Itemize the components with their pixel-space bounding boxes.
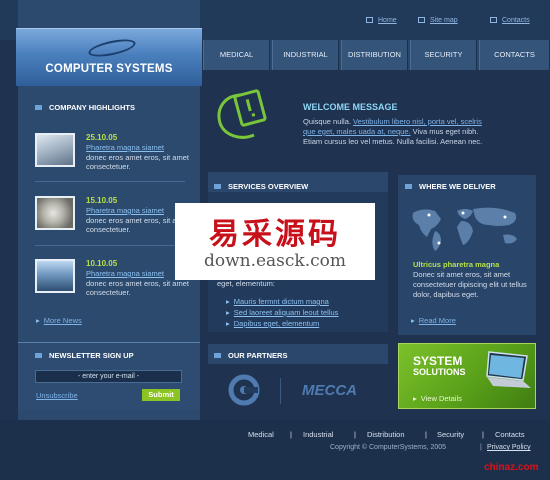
- arrow-icon: ▸: [413, 394, 417, 403]
- footer-link-contacts[interactable]: Contacts: [495, 430, 525, 439]
- nav-distribution[interactable]: DISTRIBUTION: [341, 40, 408, 70]
- welcome-title: WELCOME MESSAGE: [303, 102, 398, 112]
- logo-swoosh-icon: [87, 36, 137, 60]
- main-nav: MEDICAL INDUSTRIAL DISTRIBUTION SECURITY…: [203, 40, 550, 70]
- mail-icon: [490, 17, 497, 23]
- welcome-link[interactable]: que eget, males uada at, neque.: [303, 127, 411, 136]
- copyright: Copyright © ComputerSystems, 2005: [330, 444, 447, 451]
- banner-line1: SYSTEM: [413, 354, 463, 368]
- divider: [280, 378, 281, 404]
- bullet-icon: [35, 105, 42, 110]
- privacy-policy-link[interactable]: Privacy Policy: [487, 444, 531, 451]
- highlight-text: donec eros amet eros, sit amet consectet…: [86, 153, 189, 171]
- service-link[interactable]: Sed laoreet aliquam leout tellus: [226, 308, 339, 317]
- watermark-overlay: 易采源码 down.easck.com: [175, 203, 375, 280]
- watermark-chinese: 易采源码: [209, 217, 341, 252]
- bullet-icon: [214, 184, 221, 189]
- bullet-icon: [214, 353, 221, 358]
- laptop-icon: [486, 351, 531, 388]
- service-link[interactable]: Dapibus eget, elementum: [226, 319, 319, 328]
- arrow-icon: ▸: [411, 316, 415, 325]
- contacts-link[interactable]: Contacts: [490, 17, 530, 24]
- home-link[interactable]: Home: [366, 17, 397, 24]
- read-more-link[interactable]: ▸ Read More: [411, 316, 456, 325]
- footer-separator: |: [482, 430, 484, 439]
- service-link[interactable]: Mauris fermnt dictum magna: [226, 297, 329, 306]
- highlights-heading: COMPANY HIGHLIGHTS: [35, 103, 135, 112]
- view-details-link[interactable]: ▸ View Details: [413, 394, 462, 403]
- email-input[interactable]: - enter your e-mail -: [35, 370, 182, 383]
- newsletter-heading: NEWSLETTER SIGN UP: [35, 351, 134, 360]
- home-icon: [366, 17, 373, 23]
- corner-watermark: chinaz.com: [484, 462, 539, 473]
- logo-title: COMPUTER SYSTEMS: [45, 63, 173, 75]
- footer-link-medical[interactable]: Medical: [248, 430, 274, 439]
- more-news-link[interactable]: ▸ More News: [36, 316, 82, 325]
- services-text: eget, elementum:: [217, 279, 275, 288]
- partners-heading: OUR PARTNERS: [214, 351, 287, 360]
- highlight-item: 15.10.05 Pharetra magna siamet donec ero…: [35, 196, 189, 256]
- deliver-subtitle: Ultricus pharetra magna: [413, 260, 500, 269]
- logo[interactable]: COMPUTER SYSTEMS: [16, 28, 202, 86]
- footer-link-security[interactable]: Security: [437, 430, 464, 439]
- mouse-thumbnail[interactable]: [35, 196, 75, 230]
- submit-button[interactable]: Submit: [142, 389, 180, 401]
- arrow-icon: ▸: [36, 316, 40, 325]
- laptop-thumbnail[interactable]: [35, 133, 75, 167]
- highlight-date: 15.10.05: [86, 196, 118, 205]
- nav-contacts[interactable]: CONTACTS: [479, 40, 550, 70]
- sitemap-icon: [418, 17, 425, 23]
- deliver-heading: WHERE WE DELIVER: [405, 182, 496, 191]
- bullet-icon: [405, 184, 412, 189]
- welcome-text: Quisque nulla. Vestibulum libero nisl, p…: [303, 117, 483, 146]
- sitemap-link[interactable]: Site map: [418, 17, 458, 24]
- deliver-box: [398, 175, 536, 335]
- highlight-date: 10.10.05: [86, 259, 118, 268]
- footer-link-distribution[interactable]: Distribution: [367, 430, 405, 439]
- world-map-icon: [412, 207, 517, 251]
- deliver-text: Donec sit amet eros, sit amet consectetu…: [413, 270, 527, 299]
- unsubscribe-link[interactable]: Unsubscribe: [36, 391, 78, 400]
- highlight-link[interactable]: Pharetra magna siamet: [86, 143, 164, 152]
- highlight-date: 25.10.05: [86, 133, 118, 142]
- partner-logo-mecca[interactable]: MECCA: [302, 382, 357, 399]
- footer-separator: |: [354, 430, 356, 439]
- footer-separator: |: [290, 430, 292, 439]
- watermark-url: down.easck.com: [203, 251, 347, 271]
- partner-logo-1[interactable]: [226, 374, 262, 406]
- bullet-icon: [35, 353, 42, 358]
- highlight-text: donec eros amet eros, sit amet consectet…: [86, 279, 189, 297]
- divider: [35, 181, 185, 182]
- footer-separator: |: [425, 430, 427, 439]
- nav-medical[interactable]: MEDICAL: [203, 40, 270, 70]
- services-heading: SERVICES OVERVIEW: [214, 182, 308, 191]
- highlight-item: 10.10.05 Pharetra magna siamet donec ero…: [35, 259, 189, 319]
- nav-security[interactable]: SECURITY: [410, 40, 477, 70]
- highlight-link[interactable]: Pharetra magna siamet: [86, 269, 164, 278]
- footer-link-industrial[interactable]: Industrial: [303, 430, 333, 439]
- welcome-link[interactable]: Vestibulum libero nisl, porta vel, scelr…: [353, 117, 482, 126]
- welcome-badge-icon: [217, 89, 267, 139]
- building-thumbnail[interactable]: [35, 259, 75, 293]
- highlight-item: 25.10.05 Pharetra magna siamet donec ero…: [35, 133, 189, 193]
- highlight-link[interactable]: Pharetra magna siamet: [86, 206, 164, 215]
- banner-line2: SOLUTIONS: [413, 367, 466, 377]
- footer: [0, 420, 550, 480]
- system-solutions-banner[interactable]: SYSTEM SOLUTIONS ▸ View Details: [398, 343, 536, 409]
- footer-separator: |: [480, 444, 482, 451]
- nav-industrial[interactable]: INDUSTRIAL: [272, 40, 339, 70]
- divider: [35, 245, 185, 246]
